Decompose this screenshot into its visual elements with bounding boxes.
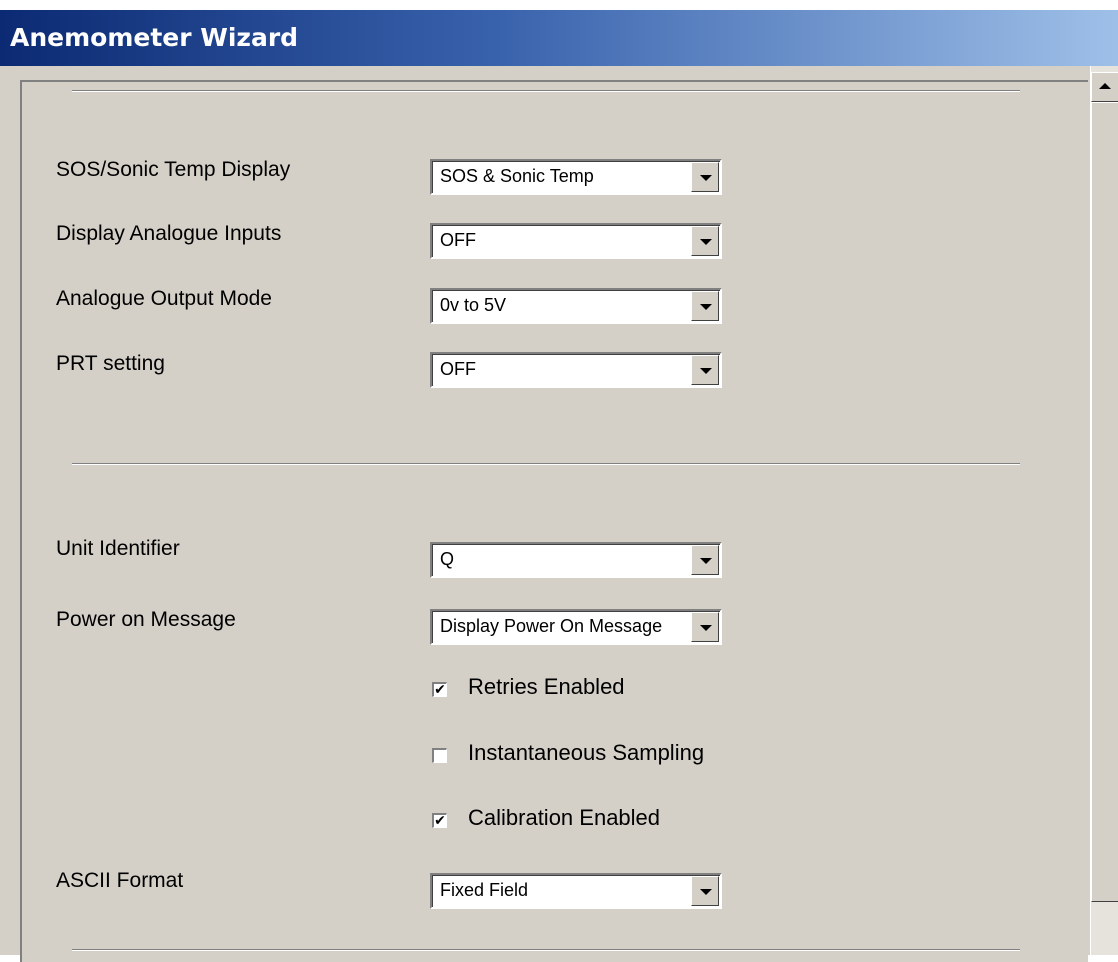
dropdown-arrow-button[interactable] xyxy=(691,226,719,256)
sos-display-label: SOS/Sonic Temp Display xyxy=(56,158,291,181)
unit-identifier-value: Q xyxy=(440,549,455,569)
prt-setting-select[interactable]: OFF xyxy=(430,352,722,388)
instantaneous-sampling-checkbox[interactable] xyxy=(432,748,447,763)
chevron-down-icon xyxy=(700,368,712,374)
settings-panel: SOS/Sonic Temp Display SOS & Sonic Temp … xyxy=(20,80,1088,962)
title-bar: Anemometer Wizard xyxy=(0,10,1118,66)
scroll-up-button[interactable] xyxy=(1091,72,1118,102)
dropdown-arrow-button[interactable] xyxy=(691,162,719,192)
analogue-output-select[interactable]: 0v to 5V xyxy=(430,288,722,324)
chevron-down-icon xyxy=(700,239,712,245)
chevron-down-icon xyxy=(700,304,712,310)
dropdown-arrow-button[interactable] xyxy=(691,355,719,385)
analogue-inputs-select[interactable]: OFF xyxy=(430,223,722,259)
prt-setting-value: OFF xyxy=(440,359,476,379)
separator-top xyxy=(72,90,1020,92)
prt-setting-label: PRT setting xyxy=(56,352,165,375)
unit-identifier-select[interactable]: Q xyxy=(430,542,722,578)
chevron-down-icon xyxy=(700,625,712,631)
chevron-up-icon xyxy=(1099,83,1111,89)
retries-enabled-label[interactable]: Retries Enabled xyxy=(468,674,625,700)
ascii-format-select[interactable]: Fixed Field xyxy=(430,873,722,909)
analogue-inputs-value: OFF xyxy=(440,230,476,250)
ascii-format-label: ASCII Format xyxy=(56,869,184,892)
retries-enabled-checkbox[interactable]: ✔ xyxy=(432,682,447,697)
analogue-output-label: Analogue Output Mode xyxy=(56,287,272,310)
dropdown-arrow-button[interactable] xyxy=(691,876,719,906)
instantaneous-sampling-label[interactable]: Instantaneous Sampling xyxy=(468,740,704,766)
dropdown-arrow-button[interactable] xyxy=(691,291,719,321)
power-on-message-value: Display Power On Message xyxy=(440,616,663,636)
dropdown-arrow-button[interactable] xyxy=(691,545,719,575)
calibration-enabled-checkbox[interactable]: ✔ xyxy=(432,813,447,828)
power-on-message-label: Power on Message xyxy=(56,608,236,631)
vertical-scrollbar[interactable] xyxy=(1090,66,1118,955)
separator-middle xyxy=(72,463,1020,465)
scrollbar-thumb[interactable] xyxy=(1091,102,1118,902)
separator-bottom xyxy=(72,949,1020,951)
wizard-client-area: SOS/Sonic Temp Display SOS & Sonic Temp … xyxy=(0,66,1118,962)
analogue-inputs-label: Display Analogue Inputs xyxy=(56,222,282,245)
chevron-down-icon xyxy=(700,175,712,181)
ascii-format-value: Fixed Field xyxy=(440,880,529,900)
dropdown-arrow-button[interactable] xyxy=(691,612,719,642)
sos-display-select[interactable]: SOS & Sonic Temp xyxy=(430,159,722,195)
analogue-output-value: 0v to 5V xyxy=(440,295,507,315)
chevron-down-icon xyxy=(700,558,712,564)
unit-identifier-label: Unit Identifier xyxy=(56,537,180,560)
window-title: Anemometer Wizard xyxy=(10,23,299,52)
sos-display-value: SOS & Sonic Temp xyxy=(440,166,594,186)
chevron-down-icon xyxy=(700,889,712,895)
calibration-enabled-label[interactable]: Calibration Enabled xyxy=(468,805,660,831)
power-on-message-select[interactable]: Display Power On Message xyxy=(430,609,722,645)
